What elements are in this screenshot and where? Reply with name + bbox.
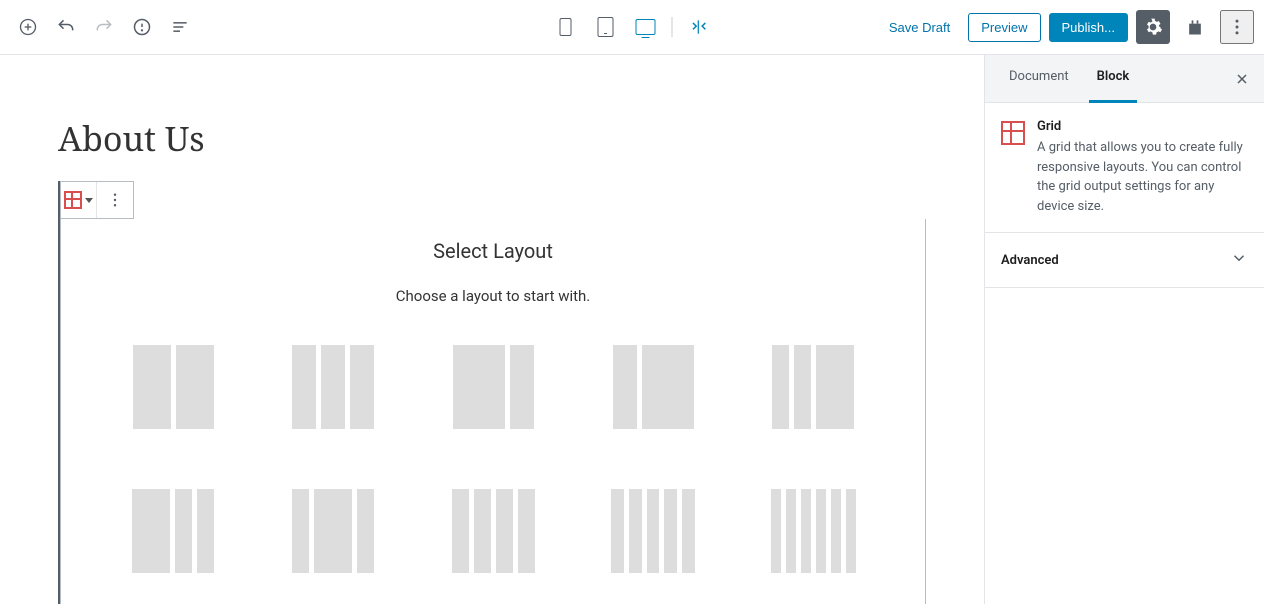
grid-icon: [64, 191, 82, 209]
plugin-icon: [1185, 17, 1205, 37]
layout-column: [132, 489, 170, 573]
layout-column: [816, 489, 826, 573]
redo-button[interactable]: [86, 9, 122, 45]
undo-button[interactable]: [48, 9, 84, 45]
block-body: Select Layout Choose a layout to start w…: [60, 219, 926, 604]
settings-button[interactable]: [1136, 10, 1170, 44]
layout-column: [314, 489, 352, 573]
block-type-button[interactable]: [61, 182, 97, 218]
layout-option-9[interactable]: [608, 489, 698, 573]
more-vertical-icon: [1227, 17, 1247, 37]
layout-column: [292, 345, 316, 429]
layout-option-3[interactable]: [448, 345, 538, 429]
layout-option-1[interactable]: [128, 345, 218, 429]
editor-canvas[interactable]: About Us Select Layout Choose a layout t…: [0, 55, 984, 604]
desktop-preview-button[interactable]: [628, 9, 664, 45]
layout-column: [613, 345, 637, 429]
block-more-button[interactable]: [97, 182, 133, 218]
grid-icon: [1001, 121, 1025, 145]
more-vertical-icon: [106, 191, 124, 209]
layout-column: [350, 345, 374, 429]
add-block-button[interactable]: [10, 9, 46, 45]
block-name: Grid: [1037, 119, 1248, 134]
layout-column: [321, 345, 345, 429]
layout-option-2[interactable]: [288, 345, 378, 429]
layout-column: [794, 345, 811, 429]
layout-column: [510, 345, 534, 429]
page-title[interactable]: About Us: [58, 115, 926, 161]
layout-option-7[interactable]: [288, 489, 378, 573]
layout-column: [771, 489, 781, 573]
desktop-icon: [636, 19, 656, 35]
chevron-down-icon: [1230, 249, 1248, 271]
panel-advanced[interactable]: Advanced: [985, 233, 1264, 288]
tab-block[interactable]: Block: [1089, 55, 1138, 102]
mobile-icon: [560, 18, 572, 36]
layout-option-6[interactable]: [128, 489, 218, 573]
block-description: Grid A grid that allows you to create fu…: [985, 103, 1264, 233]
layout-column: [647, 489, 660, 573]
divider: [672, 17, 673, 37]
select-layout-title: Select Layout: [61, 239, 925, 263]
layout-option-4[interactable]: [608, 345, 698, 429]
sidebar-close-button[interactable]: [1220, 55, 1264, 102]
layout-column: [629, 489, 642, 573]
layout-column: [133, 345, 171, 429]
layout-column: [664, 489, 677, 573]
layout-column: [452, 489, 469, 573]
layout-column: [474, 489, 491, 573]
layout-column: [816, 345, 854, 429]
layout-column: [292, 489, 309, 573]
preview-button[interactable]: Preview: [968, 13, 1040, 42]
layout-column: [518, 489, 535, 573]
layout-option-8[interactable]: [448, 489, 538, 573]
panel-title: Advanced: [1001, 253, 1059, 268]
collapse-icon: [689, 17, 709, 37]
tablet-icon: [598, 17, 614, 37]
layout-column: [611, 489, 624, 573]
layout-column: [453, 345, 505, 429]
layout-column: [801, 489, 811, 573]
sidebar-header: Document Block: [985, 55, 1264, 103]
block-description-text: A grid that allows you to create fully r…: [1037, 138, 1248, 216]
layout-option-5[interactable]: [768, 345, 858, 429]
layout-option-10[interactable]: [768, 489, 858, 573]
gear-icon: [1143, 17, 1163, 37]
block-navigation-button[interactable]: [162, 9, 198, 45]
tablet-preview-button[interactable]: [588, 9, 624, 45]
layout-options-grid: [61, 345, 925, 573]
settings-sidebar: Document Block Grid A grid that allows y…: [984, 55, 1264, 604]
tab-document[interactable]: Document: [1001, 55, 1077, 102]
layout-column: [831, 489, 841, 573]
mobile-preview-button[interactable]: [548, 9, 584, 45]
top-toolbar: Save Draft Preview Publish...: [0, 0, 1264, 55]
layout-column: [682, 489, 695, 573]
layout-column: [175, 489, 192, 573]
layout-column: [176, 345, 214, 429]
layout-column: [772, 345, 789, 429]
grid-block[interactable]: Select Layout Choose a layout to start w…: [58, 181, 926, 604]
layout-column: [496, 489, 513, 573]
layout-column: [642, 345, 694, 429]
plugin-button[interactable]: [1178, 10, 1212, 44]
save-draft-button[interactable]: Save Draft: [879, 14, 960, 41]
more-options-button[interactable]: [1220, 10, 1254, 44]
publish-button[interactable]: Publish...: [1049, 13, 1128, 42]
close-icon: [1234, 71, 1250, 87]
preview-mode-button[interactable]: [681, 9, 717, 45]
chevron-down-icon: [85, 198, 93, 203]
content-structure-button[interactable]: [124, 9, 160, 45]
select-layout-subtitle: Choose a layout to start with.: [61, 287, 925, 305]
block-toolbar: [60, 181, 134, 219]
layout-column: [197, 489, 214, 573]
layout-column: [846, 489, 856, 573]
layout-column: [786, 489, 796, 573]
layout-column: [357, 489, 374, 573]
